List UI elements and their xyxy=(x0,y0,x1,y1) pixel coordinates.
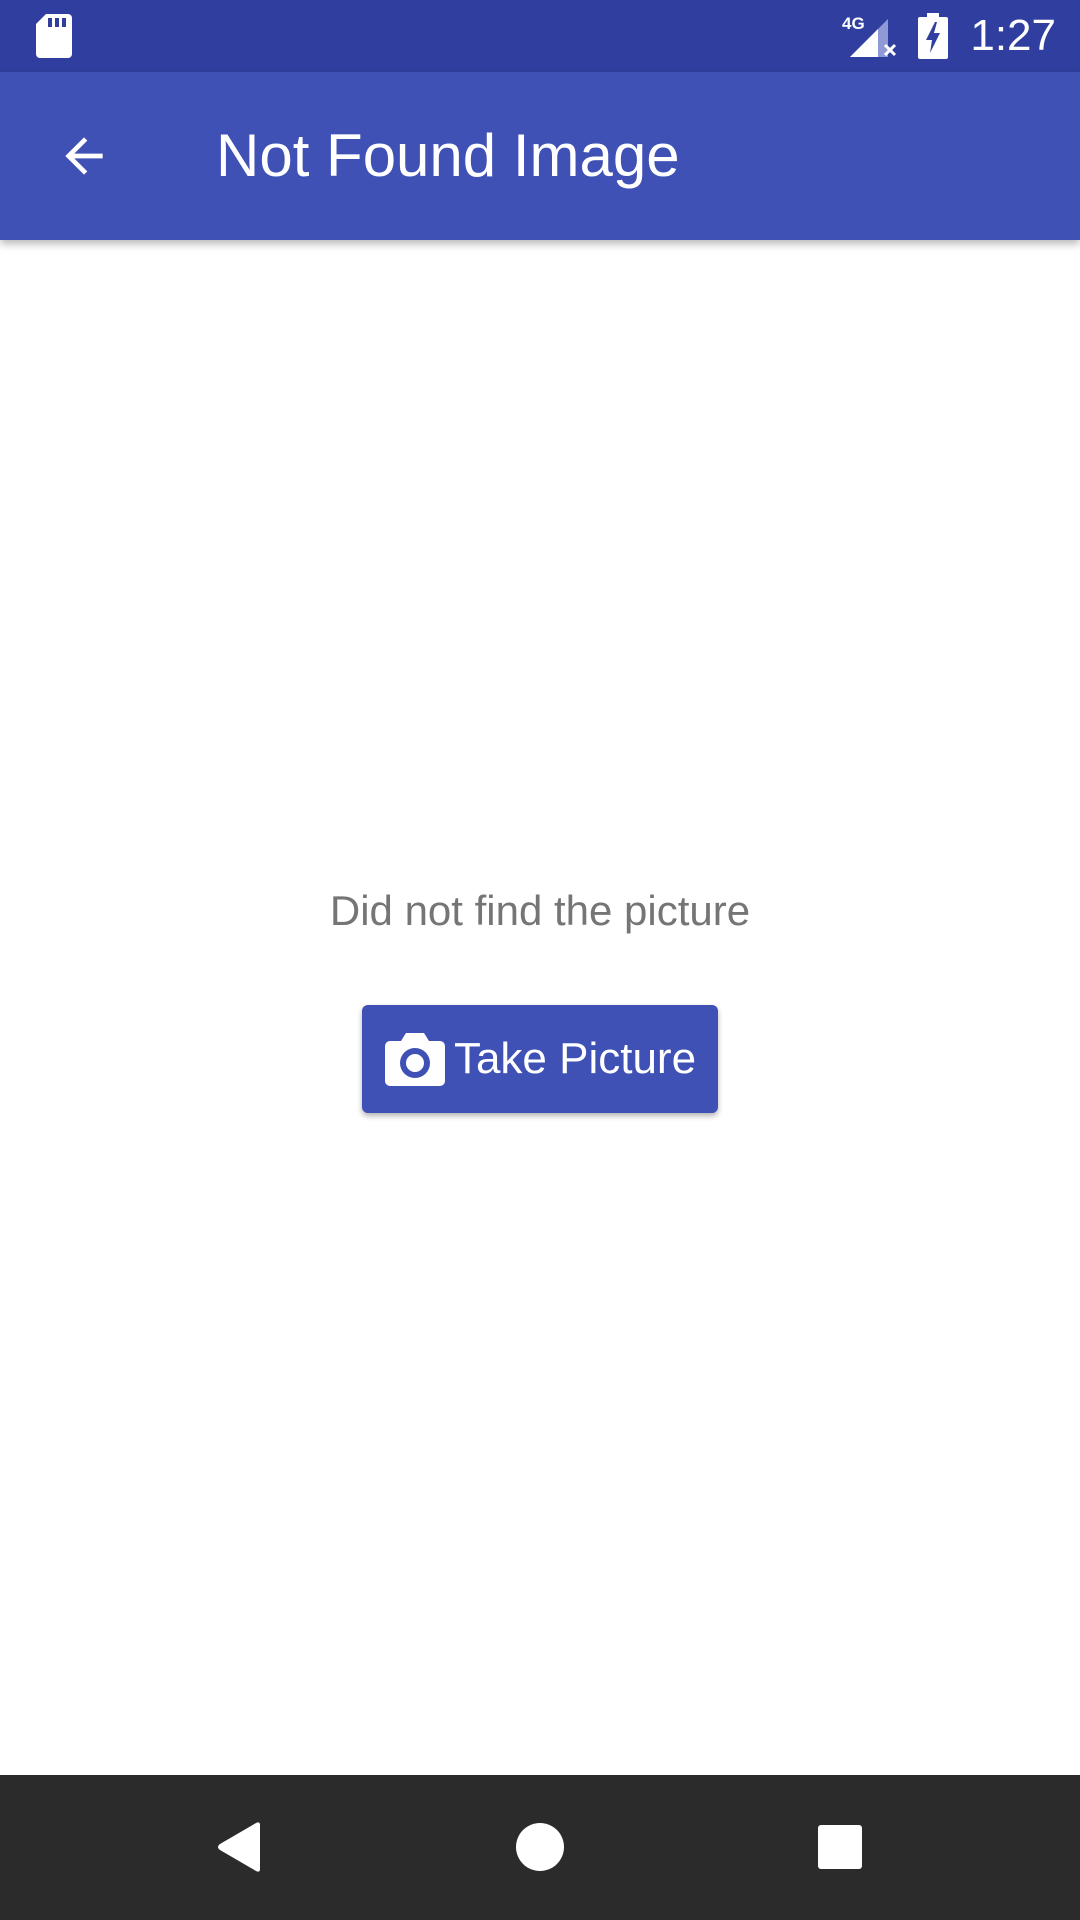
nav-home-button[interactable] xyxy=(490,1797,590,1897)
nav-recents-button[interactable] xyxy=(790,1797,890,1897)
navigation-bar xyxy=(0,1775,1080,1920)
cell-signal-no-data-icon: 4G xyxy=(842,14,897,57)
nav-recents-icon xyxy=(818,1825,862,1869)
not-found-message: Did not find the picture xyxy=(329,887,751,934)
camera-icon xyxy=(384,1033,445,1086)
page-title: Not Found Image xyxy=(216,122,680,189)
status-bar: 4G 1:27 xyxy=(0,0,1080,72)
take-picture-label: Take Picture xyxy=(453,1034,697,1083)
network-type-label: 4G xyxy=(842,14,865,33)
app-bar: Not Found Image xyxy=(0,72,1080,240)
nav-back-icon xyxy=(218,1822,260,1872)
clock: 1:27 xyxy=(970,11,1056,60)
nav-home-icon xyxy=(516,1823,564,1871)
take-picture-button[interactable]: Take Picture xyxy=(362,1005,718,1113)
nav-back-button[interactable] xyxy=(190,1797,290,1897)
status-icons: 4G 1:27 xyxy=(842,0,1056,72)
back-button[interactable] xyxy=(40,112,128,200)
battery-charging-icon xyxy=(918,13,949,59)
arrow-back-icon xyxy=(65,137,103,175)
main-content: Did not find the picture Take Picture xyxy=(0,240,1080,1775)
sd-card-icon xyxy=(36,14,72,58)
screen: 4G 1:27 Not Found Image Did not find the… xyxy=(0,0,1080,1920)
